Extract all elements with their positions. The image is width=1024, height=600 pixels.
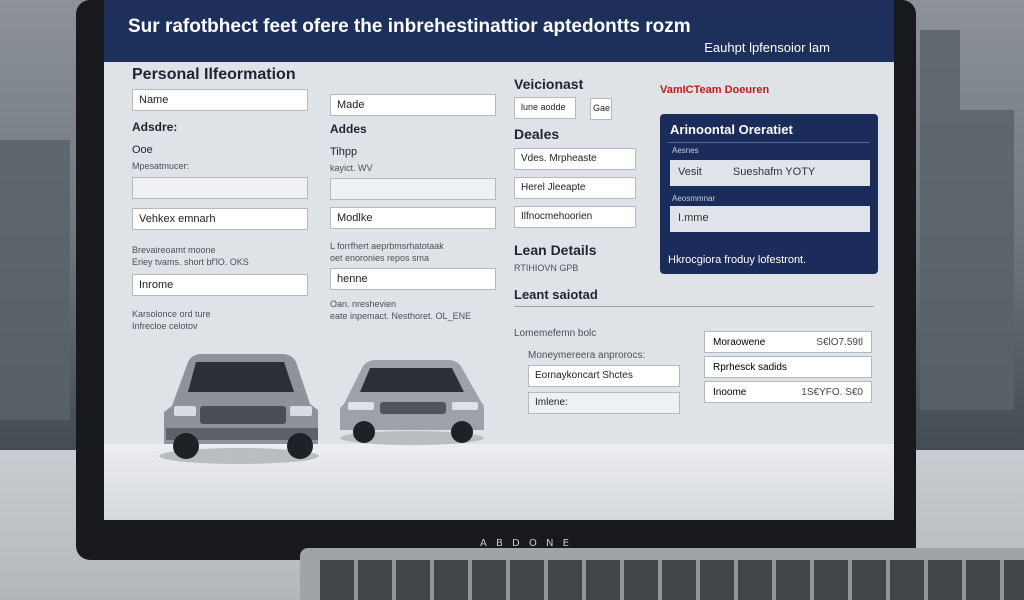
suv-image	[159, 354, 319, 464]
panel-label-1: Aesnes	[672, 146, 699, 155]
note-3: Karsolonce ord ture Infrecloe celotov	[132, 309, 211, 331]
tihpp-label: Tihpp	[330, 146, 358, 158]
summary-field-2[interactable]: Imlene:	[528, 392, 680, 414]
deales-field-2[interactable]: Herel Jleeapte	[514, 177, 636, 199]
page-title: Sur rafotbhect feet ofere the inbrehesti…	[128, 16, 691, 37]
deales-field-3[interactable]: Ilfnocmehoorien	[514, 206, 636, 228]
header-banner: Sur rafotbhect feet ofere the inbrehesti…	[104, 12, 894, 62]
header-right-text: Eauhpt lpfensoior lam	[704, 40, 830, 55]
lune-field[interactable]: lune aodde	[514, 97, 576, 119]
personal-info-heading: Personal Ilfeormation	[132, 66, 296, 83]
summary-field-1[interactable]: Eornaykoncart Shctes	[528, 365, 680, 387]
henne-field[interactable]: henne	[330, 268, 496, 290]
vehicle-field[interactable]: Vehkex emnarh	[132, 208, 308, 230]
additional-info-panel: Arinoontal Oreratiet Aesnes Vesit Suesha…	[660, 114, 878, 274]
kayict-label: kayict. WV	[330, 163, 373, 173]
summary-left-sub: Moneymereera anprorocs:	[528, 350, 646, 361]
deales-heading: Deales	[514, 126, 560, 142]
background-building	[920, 30, 960, 410]
section-divider	[514, 306, 874, 307]
loan-details-heading: Lean Details	[514, 242, 597, 258]
note-2: L forrfhert aeprbmsrhatotaak oet enoroni…	[330, 241, 444, 263]
note-1: Brevaireoamt moone Eriey tvams. short bf…	[132, 245, 249, 267]
panel-field-2[interactable]: I.mme	[670, 206, 870, 232]
panel-field-1[interactable]: Vesit Sueshafm YOTY	[670, 160, 870, 186]
note-4: Oan. nreshevien eate inpemact. Nesthoret…	[330, 299, 472, 321]
loan-status-label: Leant saiotad	[514, 287, 598, 302]
name-field[interactable]: Name	[132, 89, 308, 111]
panel-label-2: Aeosmmnar	[672, 194, 716, 203]
address-label: Adsdre:	[132, 120, 178, 134]
panel-footer: Hkrocgiora froduy lofestront.	[668, 254, 807, 266]
sedan-image	[340, 360, 484, 445]
gae-field[interactable]: Gae	[590, 98, 612, 120]
summary-row: Moraowene S€lO7.59tl	[704, 331, 872, 353]
top-strip	[104, 0, 894, 12]
one-sublabel: Mpesatmucer:	[132, 161, 190, 171]
laptop-keyboard	[300, 548, 1024, 600]
vehicle-heading: Veicionast	[514, 76, 584, 92]
deales-field-1[interactable]: Vdes. Mrpheaste	[514, 148, 636, 170]
one-label: Ooe	[132, 144, 153, 156]
one-field[interactable]	[132, 177, 308, 199]
background-building	[960, 110, 1014, 410]
panel-divider	[668, 142, 870, 143]
income-field[interactable]: Inrome	[132, 274, 308, 296]
accent-link[interactable]: VamICTeam Doeuren	[660, 84, 769, 96]
address-label-2: Addes	[330, 122, 367, 136]
summary-row: Inoome 1S€YFO. S€0	[704, 381, 872, 403]
loan-sub: RTIHIOVN GPB	[514, 263, 579, 273]
summary-row: Rprhesck sadids	[704, 356, 872, 378]
summary-left-label: Lomemefemn bolc	[514, 328, 597, 339]
address-field[interactable]	[330, 178, 496, 200]
made-field[interactable]: Made	[330, 94, 496, 116]
modulke-field[interactable]: Modlke	[330, 207, 496, 229]
screen: Sur rafotbhect feet ofere the inbrehesti…	[104, 0, 894, 520]
laptop-brand-logo: A B D O N E	[480, 538, 572, 549]
panel-title: Arinoontal Oreratiet	[670, 122, 793, 137]
background-building	[0, 140, 70, 420]
